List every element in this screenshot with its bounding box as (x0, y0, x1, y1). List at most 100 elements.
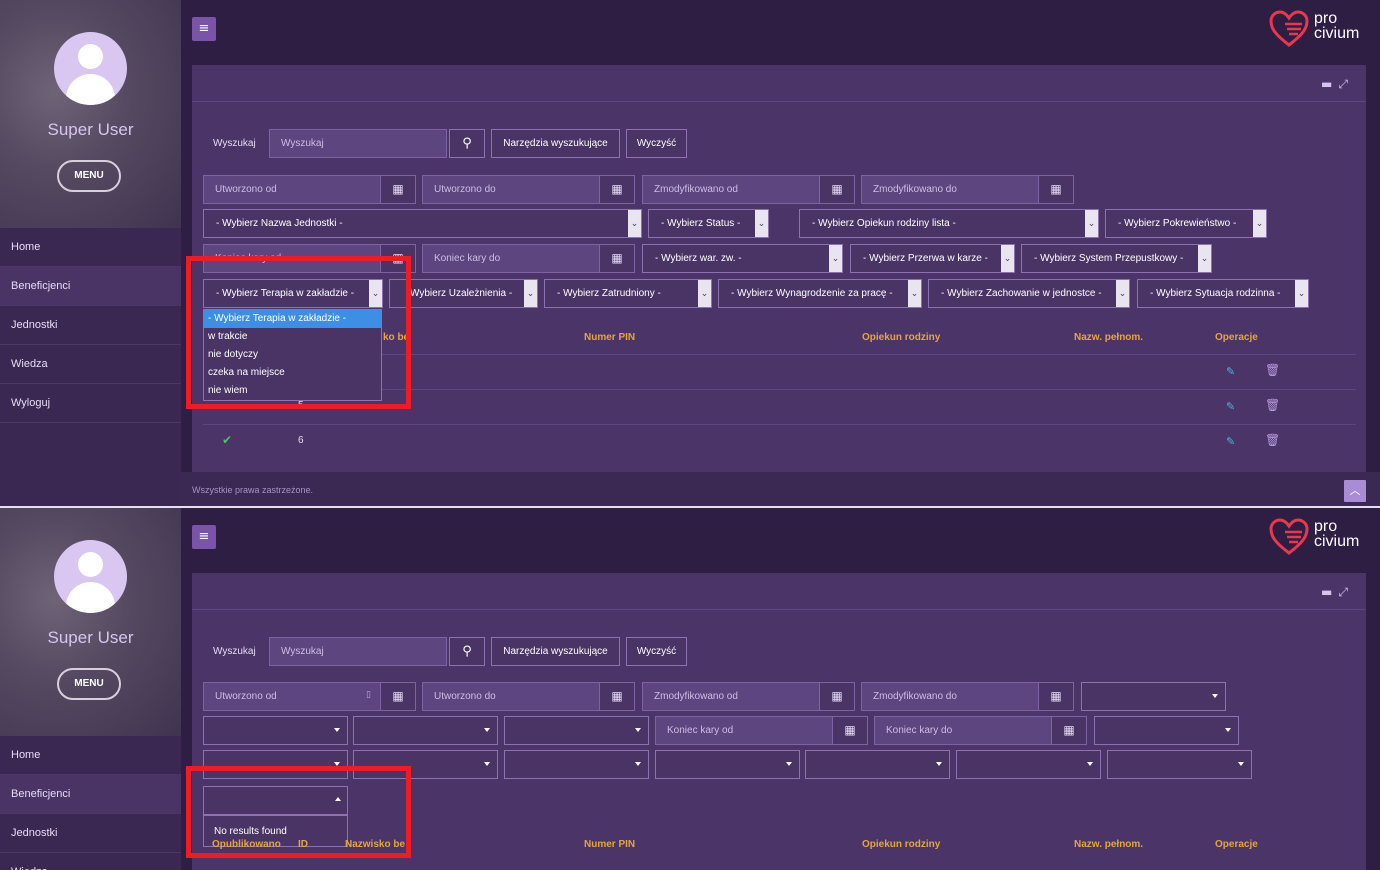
calendar-icon[interactable]: ▦ (1038, 682, 1074, 711)
sidebar-item-beneficjenci[interactable]: Beneficjenci (0, 267, 181, 306)
sidebar-item-home[interactable]: Home (0, 228, 181, 267)
empty-select[interactable] (1094, 716, 1239, 745)
scroll-top-icon[interactable]: ︿ (1344, 480, 1366, 502)
th-proxy[interactable]: Nazw. pełnom. (1074, 839, 1143, 850)
edit-icon[interactable]: ✎ (1226, 365, 1235, 378)
minimize-icon[interactable]: ▬ (1321, 77, 1338, 91)
penalty-end-to-input[interactable]: Koniec kary do (874, 716, 1052, 745)
caret-down-icon (635, 762, 641, 766)
clear-button[interactable]: Wyczyść (626, 637, 687, 666)
search-tools-button[interactable]: Narzędzia wyszukujące (491, 637, 620, 666)
procivium-logo: pro civium (1268, 10, 1378, 50)
chevron-down-icon: ⌄ (1001, 245, 1014, 272)
th-pin[interactable]: Numer PIN (584, 332, 635, 343)
penalty-end-from-input[interactable]: Koniec kary od (655, 716, 833, 745)
search-icon[interactable]: ⚲ (449, 129, 485, 158)
empty-select[interactable] (504, 716, 649, 745)
edit-icon[interactable]: ✎ (1226, 400, 1235, 413)
status-select-value: - Wybierz Status - (661, 218, 741, 229)
unit-name-select[interactable]: - Wybierz Nazwa Jednostki - ⌄ (203, 209, 642, 238)
war-zw-select-value: - Wybierz war. zw. - (655, 253, 742, 264)
calendar-icon[interactable]: ▦ (599, 682, 635, 711)
hamburger-icon[interactable]: ≡ (192, 525, 216, 549)
th-guardian[interactable]: Opiekun rodziny (862, 332, 940, 343)
sidebar-item-wiedza[interactable]: Wiedza (0, 853, 181, 870)
war-zw-select[interactable]: - Wybierz war. zw. - ⌄ (642, 244, 843, 273)
addiction-select[interactable]: Wybierz Uzależnienia - ⌄ (389, 279, 538, 308)
calendar-icon[interactable]: ▦ (380, 682, 416, 711)
empty-select[interactable] (203, 716, 348, 745)
family-situation-select[interactable]: - Wybierz Sytuacja rodzinna - ⌄ (1137, 279, 1309, 308)
kinship-select[interactable]: - Wybierz Pokrewieństwo - ⌄ (1105, 209, 1267, 238)
clear-button[interactable]: Wyczyść (626, 129, 687, 158)
clear-icon[interactable]: ▯ (366, 690, 371, 700)
employed-select[interactable]: - Wybierz Zatrudniony - ⌄ (544, 279, 712, 308)
heart-logo-icon (1269, 518, 1309, 555)
table-row: ✔ 6 ✎ 🗑 (203, 424, 1356, 458)
sidebar-nav: Home Beneficjenci Jednostki Wiedza (0, 736, 181, 870)
sidebar-item-home[interactable]: Home (0, 736, 181, 775)
trash-icon[interactable]: 🗑 (1265, 363, 1280, 377)
caret-down-icon (635, 728, 641, 732)
expand-icon[interactable]: ⤢ (1338, 77, 1354, 91)
sidebar-item-beneficjenci[interactable]: Beneficjenci (0, 775, 181, 814)
modified-to-input[interactable]: Zmodyfikowano do (861, 175, 1039, 204)
trash-icon[interactable]: 🗑 (1265, 433, 1280, 447)
created-to-input[interactable]: Utworzono do (422, 682, 600, 711)
status-select[interactable]: - Wybierz Status - ⌄ (648, 209, 769, 238)
avatar (54, 540, 127, 613)
calendar-icon[interactable]: ▦ (599, 244, 635, 273)
calendar-icon[interactable]: ▦ (819, 175, 855, 204)
calendar-icon[interactable]: ▦ (599, 175, 635, 204)
calendar-icon[interactable]: ▦ (380, 175, 416, 204)
created-from-input[interactable]: Utworzono od (203, 175, 381, 204)
chevron-down-icon: ⌄ (698, 280, 711, 307)
expand-icon[interactable]: ⤢ (1338, 585, 1354, 599)
penalty-end-to-input[interactable]: Koniec kary do (422, 244, 600, 273)
th-guardian[interactable]: Opiekun rodziny (862, 839, 940, 850)
chevron-down-icon: ⌄ (524, 280, 537, 307)
empty-select[interactable] (956, 750, 1101, 779)
penalty-break-select[interactable]: - Wybierz Przerwa w karze - ⌄ (850, 244, 1015, 273)
sidebar-item-jednostki[interactable]: Jednostki (0, 306, 181, 345)
empty-select[interactable] (504, 750, 649, 779)
family-guardian-select[interactable]: - Wybierz Opiekun rodziny lista - ⌄ (799, 209, 1099, 238)
created-from-input[interactable]: Utworzono od (203, 682, 381, 711)
salary-select[interactable]: - Wybierz Wynagrodzenie za pracę - ⌄ (718, 279, 922, 308)
calendar-icon[interactable]: ▦ (832, 716, 868, 745)
empty-select[interactable] (353, 716, 498, 745)
hamburger-icon[interactable]: ≡ (192, 17, 216, 41)
calendar-icon[interactable]: ▦ (1038, 175, 1074, 204)
screenshot-panel-2: Super User MENU Home Beneficjenci Jednos… (0, 508, 1380, 870)
menu-button[interactable]: MENU (57, 668, 121, 700)
th-proxy[interactable]: Nazw. pełnom. (1074, 332, 1143, 343)
search-tools-button[interactable]: Narzędzia wyszukujące (491, 129, 620, 158)
empty-select[interactable] (1107, 750, 1252, 779)
modified-to-input[interactable]: Zmodyfikowano do (861, 682, 1039, 711)
th-pin[interactable]: Numer PIN (584, 839, 635, 850)
empty-select[interactable] (655, 750, 800, 779)
th-operations: Operacje (1215, 332, 1258, 343)
created-to-input[interactable]: Utworzono do (422, 175, 600, 204)
screenshot-panel-1: Super User MENU Home Beneficjenci Jednos… (0, 0, 1380, 506)
menu-button[interactable]: MENU (57, 160, 121, 192)
calendar-icon[interactable]: ▦ (819, 682, 855, 711)
chevron-down-icon: ⌄ (1198, 245, 1211, 272)
empty-select[interactable] (805, 750, 950, 779)
trash-icon[interactable]: 🗑 (1265, 398, 1280, 412)
modified-from-input[interactable]: Zmodyfikowano od (642, 175, 820, 204)
sidebar-item-jednostki[interactable]: Jednostki (0, 814, 181, 853)
search-icon[interactable]: ⚲ (449, 637, 485, 666)
calendar-icon[interactable]: ▦ (1051, 716, 1087, 745)
search-input[interactable]: Wyszukaj (269, 637, 447, 666)
edit-icon[interactable]: ✎ (1226, 435, 1235, 448)
minimize-icon[interactable]: ▬ (1321, 585, 1338, 599)
sidebar-item-wyloguj[interactable]: Wyloguj (0, 384, 181, 423)
behavior-select[interactable]: - Wybierz Zachowanie w jednostce - ⌄ (928, 279, 1130, 308)
sidebar-item-wiedza[interactable]: Wiedza (0, 345, 181, 384)
empty-select[interactable] (1081, 682, 1226, 711)
modified-from-input[interactable]: Zmodyfikowano od (642, 682, 820, 711)
procivium-logo: pro civium (1268, 518, 1378, 558)
search-input[interactable]: Wyszukaj (269, 129, 447, 158)
pass-system-select[interactable]: - Wybierz System Przepustkowy - ⌄ (1021, 244, 1212, 273)
